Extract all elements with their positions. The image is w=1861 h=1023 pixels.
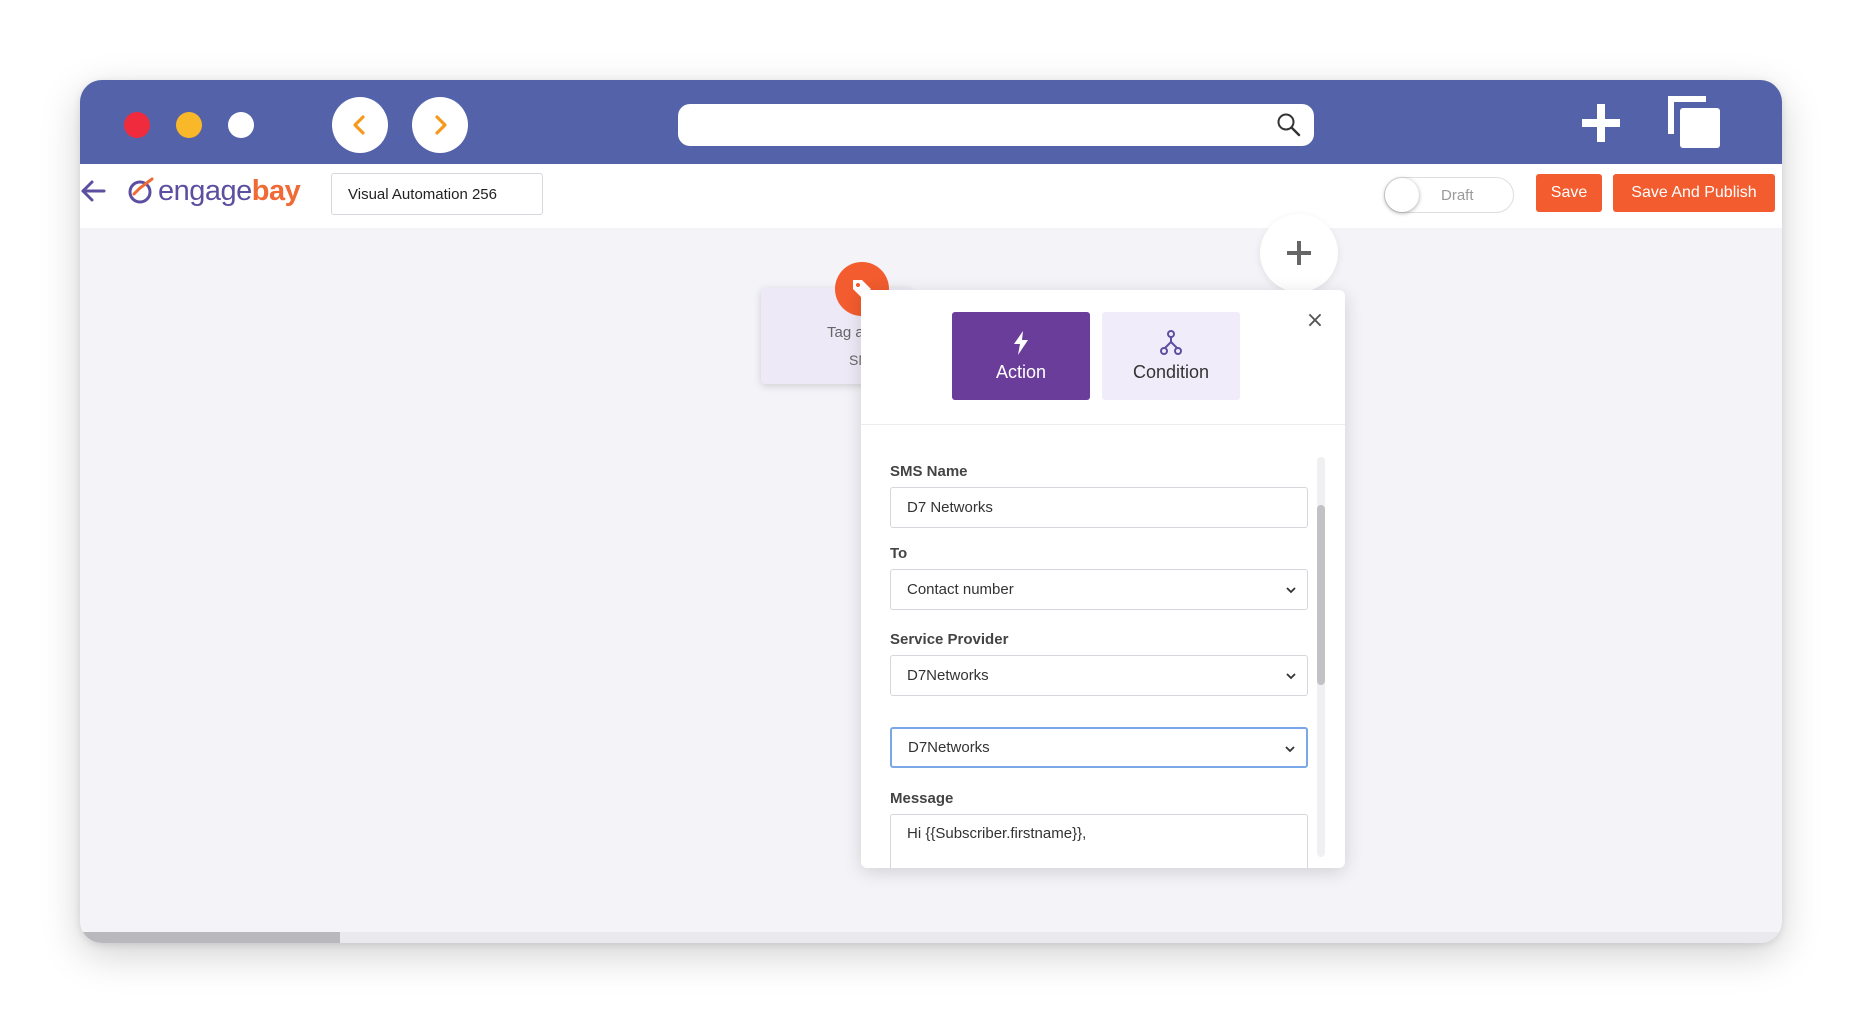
logo-mark-icon: [128, 177, 154, 204]
browser-back-button[interactable]: [332, 97, 388, 153]
sms-name-input[interactable]: D7 Networks: [890, 487, 1308, 528]
service-provider-select[interactable]: D7Networks: [890, 655, 1308, 696]
engagebay-logo[interactable]: engage bay: [126, 171, 301, 211]
tab-action[interactable]: Action: [952, 312, 1090, 400]
new-tab-plus-icon[interactable]: [1578, 100, 1624, 146]
chevron-down-icon: [1286, 673, 1296, 680]
to-select[interactable]: Contact number: [890, 569, 1308, 610]
close-icon[interactable]: ×: [1304, 310, 1326, 332]
sms-name-value: D7 Networks: [907, 499, 993, 516]
browser-window: engagebay Draft Save Save And Publish Ta…: [80, 80, 1782, 943]
browser-search-input[interactable]: [678, 104, 1314, 146]
horizontal-scrollbar-thumb[interactable]: [80, 932, 340, 943]
sms-name-label: SMS Name: [890, 463, 968, 480]
draft-label: Draft: [1441, 187, 1474, 204]
branch-icon: [1160, 329, 1182, 355]
save-button[interactable]: Save: [1536, 174, 1602, 212]
app-header: engagebay Draft Save Save And Publish: [80, 164, 1782, 228]
step-config-popup: Action Condition × SMS Name D7 Networks …: [861, 290, 1345, 868]
save-and-publish-button[interactable]: Save And Publish: [1613, 174, 1775, 212]
to-value: Contact number: [907, 581, 1014, 598]
draft-toggle[interactable]: Draft: [1384, 177, 1514, 213]
chevron-left-icon: [353, 115, 365, 135]
plus-icon: [1287, 241, 1311, 265]
minimize-window-button[interactable]: [176, 112, 202, 138]
sms-form: SMS Name D7 Networks To Contact number S…: [861, 425, 1345, 868]
chevron-down-icon: [1286, 587, 1296, 594]
copy-icon[interactable]: [1666, 94, 1724, 152]
message-label: Message: [890, 790, 954, 807]
browser-forward-button[interactable]: [412, 97, 468, 153]
tab-condition[interactable]: Condition: [1102, 312, 1240, 400]
chevron-down-icon: [1285, 746, 1295, 753]
service-provider-label: Service Provider: [890, 631, 1009, 648]
message-textarea[interactable]: Hi {{Subscriber.firstname}},: [890, 814, 1308, 868]
logo-text-bay: bay: [251, 174, 301, 207]
tab-condition-label: Condition: [1132, 361, 1210, 382]
search-icon[interactable]: [1276, 112, 1302, 138]
tab-action-label: Action: [995, 361, 1047, 382]
provider-account-value: D7Networks: [908, 739, 990, 756]
automation-name-input[interactable]: [331, 173, 543, 215]
maximize-window-button[interactable]: [228, 112, 254, 138]
form-scrollbar[interactable]: [1317, 457, 1325, 857]
chevron-right-icon: [435, 115, 447, 135]
browser-titlebar: [80, 80, 1782, 164]
form-scrollbar-thumb[interactable]: [1317, 505, 1325, 685]
lightning-icon: [1014, 330, 1028, 355]
provider-account-select[interactable]: D7Networks: [890, 727, 1308, 768]
message-value: Hi {{Subscriber.firstname}},: [907, 825, 1087, 842]
close-window-button[interactable]: [124, 112, 150, 138]
logo-text-engage: engage: [158, 174, 252, 207]
automation-canvas[interactable]: Tag a SM Action Condition × SMS Name D7 …: [80, 214, 1782, 943]
service-provider-value: D7Networks: [907, 667, 989, 684]
node-title: Tag a: [827, 324, 864, 341]
back-arrow-icon[interactable]: [80, 178, 106, 204]
canvas-horizontal-scrollbar[interactable]: [80, 932, 1782, 943]
toggle-knob: [1385, 178, 1419, 212]
to-label: To: [890, 545, 908, 562]
